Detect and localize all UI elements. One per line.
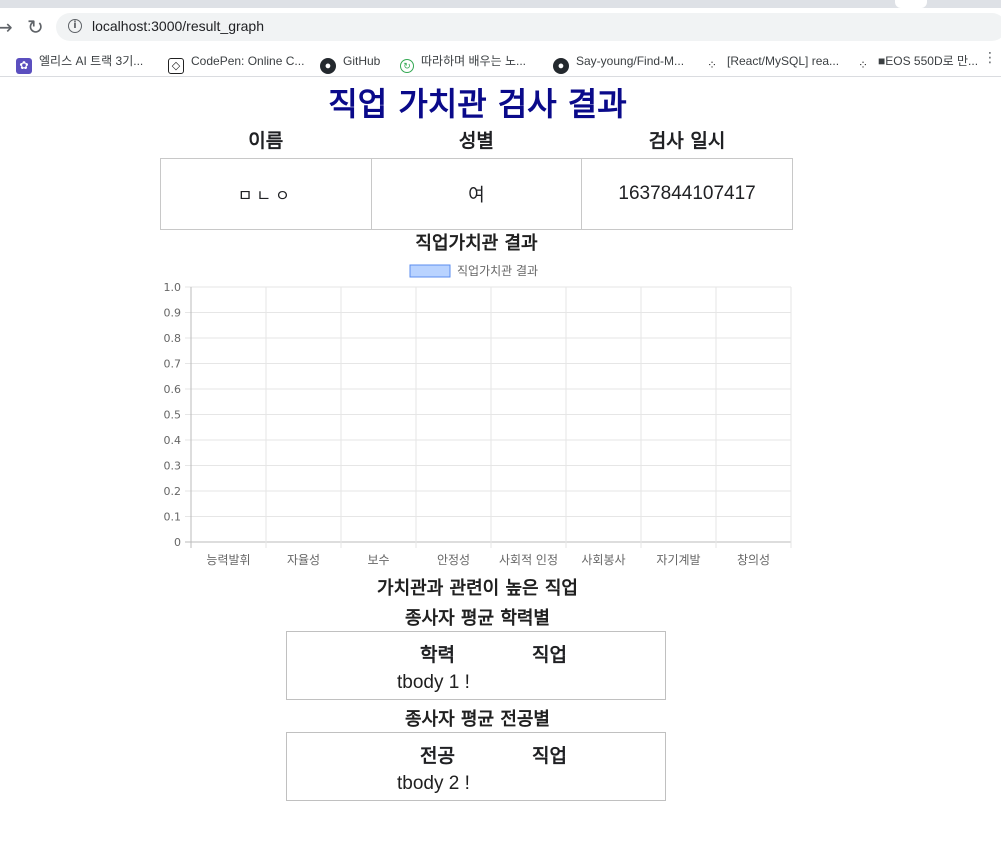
test-date-header: 검사 일시	[648, 130, 726, 152]
x-tick-label: 사회적 인정	[499, 553, 558, 567]
x-tick-label: 안정성	[437, 553, 470, 567]
x-tick-label: 능력발휘	[206, 553, 250, 567]
github-icon: ●	[320, 58, 336, 74]
y-tick-label: 0	[174, 536, 181, 549]
major-table: 전공 직업 tbody 2 !	[286, 732, 666, 801]
major-table-body: tbody 2 !	[397, 773, 470, 794]
name-value: ㅁㄴㅇ	[160, 158, 372, 230]
x-tick-label: 자율성	[287, 553, 320, 567]
bookmark-item[interactable]: ✿ 엘리스 AI 트랙 3기...	[16, 52, 144, 74]
bookmark-label: 따라하며 배우는 노...	[421, 54, 526, 68]
browser-toolbar: → ↻ i localhost:3000/result_graph	[0, 8, 1001, 46]
value-chart: 직업가치관 결과 0 0.1 0.2 0.3 0.4 0.5 0.6 0.7 0.8 0.9 1.0 능…	[164, 264, 792, 567]
bookmark-item[interactable]: ⁘ [React/MySQL] rea...	[704, 52, 840, 73]
bookmarks-bar: ✿ 엘리스 AI 트랙 3기... ◇ CodePen: Online C... ●…	[0, 46, 1001, 77]
y-tick-label: 0.1	[164, 511, 182, 524]
gender-header: 성별	[458, 130, 494, 152]
tutorial-icon: ↻	[400, 59, 414, 73]
job-col-header: 직업	[532, 644, 567, 666]
y-tick-label: 0.5	[164, 409, 182, 422]
bookmark-label: Say-young/Find-M...	[576, 54, 685, 68]
more-bookmarks-icon[interactable]: ⋮	[983, 50, 997, 66]
bookmark-item[interactable]: ● GitHub	[320, 52, 381, 74]
y-tick-label: 0.2	[164, 485, 182, 498]
education-table: 학력 직업 tbody 1 !	[286, 631, 666, 700]
bookmark-item[interactable]: ↻ 따라하며 배우는 노...	[400, 52, 526, 73]
major-col-header: 전공	[420, 745, 455, 767]
codepen-icon: ◇	[168, 58, 184, 74]
bookmark-label: CodePen: Online C...	[191, 54, 305, 68]
forward-arrow-icon[interactable]: →	[0, 16, 13, 38]
bookmark-item[interactable]: ● Say-young/Find-M...	[553, 52, 685, 74]
education-heading: 종사자 평균 학력별	[404, 608, 550, 629]
github-icon: ●	[553, 58, 569, 74]
y-tick-label: 0.8	[164, 332, 182, 345]
reload-icon[interactable]: ↻	[27, 16, 44, 38]
tab-strip	[0, 0, 1001, 8]
blog-icon: ⁘	[855, 57, 871, 73]
job-col-header: 직업	[532, 745, 567, 767]
gender-value: 여	[370, 158, 583, 230]
y-tick-label: 0.3	[164, 460, 182, 473]
education-col-header: 학력	[420, 644, 455, 666]
page-content: 직업 가치관 검사 결과 이름 성별 검사 일시 ㅁㄴㅇ 여 163784410…	[0, 77, 1001, 842]
x-tick-label: 자기계발	[656, 553, 700, 567]
address-bar[interactable]: i localhost:3000/result_graph	[56, 13, 1001, 41]
bookmark-label: GitHub	[343, 54, 381, 68]
page-title: 직업 가치관 검사 결과	[328, 85, 627, 123]
info-table: 이름 성별 검사 일시 ㅁㄴㅇ 여 1637844107417	[160, 123, 793, 230]
url-text[interactable]: localhost:3000/result_graph	[92, 18, 264, 34]
blog-icon: ⁘	[704, 57, 720, 73]
site-info-icon[interactable]: i	[68, 19, 82, 33]
name-header: 이름	[248, 130, 284, 152]
active-tab[interactable]	[895, 0, 927, 8]
x-tick-label: 보수	[367, 553, 389, 567]
y-tick-label: 0.4	[164, 434, 182, 447]
education-table-body: tbody 1 !	[397, 672, 470, 693]
legend-label: 직업가치관 결과	[457, 264, 538, 278]
related-jobs-heading: 가치관과 관련이 높은 직업	[377, 578, 578, 599]
major-heading: 종사자 평균 전공별	[404, 709, 550, 730]
y-tick-label: 0.6	[164, 383, 182, 396]
bookmark-label: ■EOS 550D로 만...	[878, 54, 979, 68]
x-tick-label: 창의성	[737, 553, 770, 567]
y-tick-label: 0.7	[164, 358, 182, 371]
bookmark-item[interactable]: ⁘ ■EOS 550D로 만...	[855, 52, 979, 73]
chart-title: 직업가치관 결과	[415, 233, 538, 254]
bookmark-item[interactable]: ◇ CodePen: Online C...	[168, 52, 305, 74]
elice-icon: ✿	[16, 58, 32, 74]
test-date-value: 1637844107417	[581, 158, 793, 230]
y-tick-label: 1.0	[164, 281, 182, 294]
bookmark-label: 엘리스 AI 트랙 3기...	[39, 54, 144, 68]
x-tick-label: 사회봉사	[581, 553, 625, 567]
legend-swatch	[409, 264, 451, 278]
y-tick-label: 0.9	[164, 307, 182, 320]
bookmark-label: [React/MySQL] rea...	[727, 54, 840, 68]
